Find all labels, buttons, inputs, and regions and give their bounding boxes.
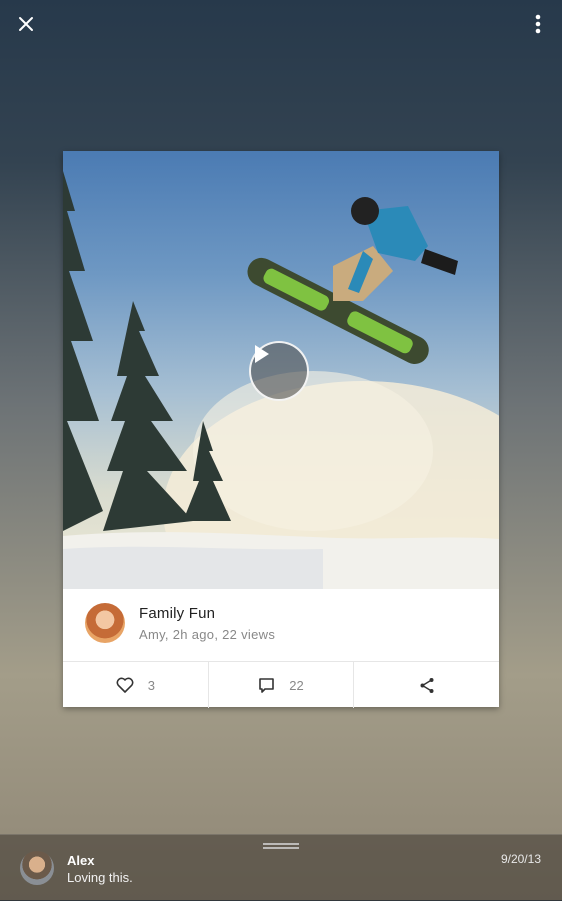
comment-button[interactable]: 22 (207, 662, 354, 708)
heart-icon (116, 677, 134, 693)
share-icon (420, 677, 434, 693)
play-button[interactable] (249, 341, 309, 401)
post-info: Family Fun Amy, 2h ago, 22 views (63, 589, 499, 661)
play-icon (255, 345, 269, 363)
like-button[interactable]: 3 (63, 662, 208, 708)
close-button[interactable] (12, 10, 40, 38)
post-title: Family Fun (139, 605, 216, 622)
post-actions: 3 22 (63, 661, 499, 708)
comment-bar: Alex Loving this. 9/20/13 (0, 834, 562, 901)
comment-icon (259, 677, 275, 693)
close-icon (19, 17, 33, 31)
post-photo[interactable] (63, 151, 499, 589)
author-avatar[interactable] (85, 603, 125, 643)
comment-date: 9/20/13 (500, 852, 541, 866)
top-bar (0, 0, 562, 48)
likes-count: 3 (147, 677, 155, 693)
comments-count: 22 (289, 677, 304, 693)
post-meta: Amy, 2h ago, 22 views (139, 627, 276, 642)
share-button[interactable] (353, 662, 499, 708)
drag-handle[interactable] (263, 843, 299, 851)
more-options-button[interactable] (524, 10, 552, 38)
commenter-name: Alex (67, 853, 95, 868)
post-card: Family Fun Amy, 2h ago, 22 views 3 22 (63, 151, 499, 708)
commenter-avatar[interactable] (20, 851, 54, 885)
more-vert-icon (535, 14, 541, 34)
comment-text: Loving this. (67, 870, 133, 885)
